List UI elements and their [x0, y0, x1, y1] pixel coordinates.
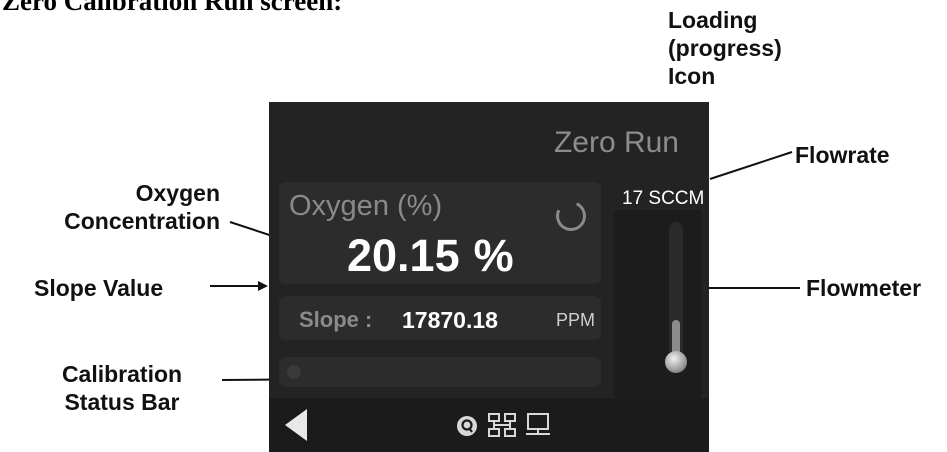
flowmeter-bulb: [665, 351, 687, 373]
network-icon[interactable]: [487, 412, 517, 438]
back-arrow-icon[interactable]: [285, 409, 307, 441]
oxygen-value-row: 20.15%: [347, 230, 514, 282]
annotation-calibration: Calibration Status Bar: [61, 361, 183, 415]
slope-value: 17870.18: [402, 307, 498, 333]
calibration-status-bar: [279, 357, 601, 387]
annotation-flowrate: Flowrate: [795, 142, 890, 168]
screen-title: Zero Run: [553, 126, 679, 159]
oxygen-label: Oxygen (%): [289, 190, 443, 222]
flowmeter-panel: [614, 210, 702, 398]
monitor-icon[interactable]: [524, 412, 552, 438]
slope-label: Slope :: [299, 307, 373, 332]
slope-unit: PPM: [556, 310, 596, 330]
leader-slope-arrowhead: [258, 281, 268, 291]
annotation-oxygen: Oxygen Concentration: [64, 180, 220, 234]
calibration-status-dot: [287, 365, 301, 379]
page-heading: Zero Calibration Run screen:: [2, 0, 343, 16]
oxygen-value: 20.15: [347, 230, 460, 281]
leader-flowrate: [709, 151, 793, 180]
device-screen: Zero Run Oxygen (%) 20.15% Slope : 17870…: [269, 102, 709, 452]
oxygen-unit: %: [473, 230, 514, 281]
flowrate-label: 17 SCCM: [622, 188, 705, 209]
annotation-slope: Slope Value: [34, 275, 164, 301]
q-badge-icon[interactable]: [455, 414, 479, 438]
annotation-loading: Loading (progress) Icon: [668, 7, 782, 89]
footer-bar: [269, 398, 709, 452]
annotation-flowmeter: Flowmeter: [806, 275, 922, 301]
